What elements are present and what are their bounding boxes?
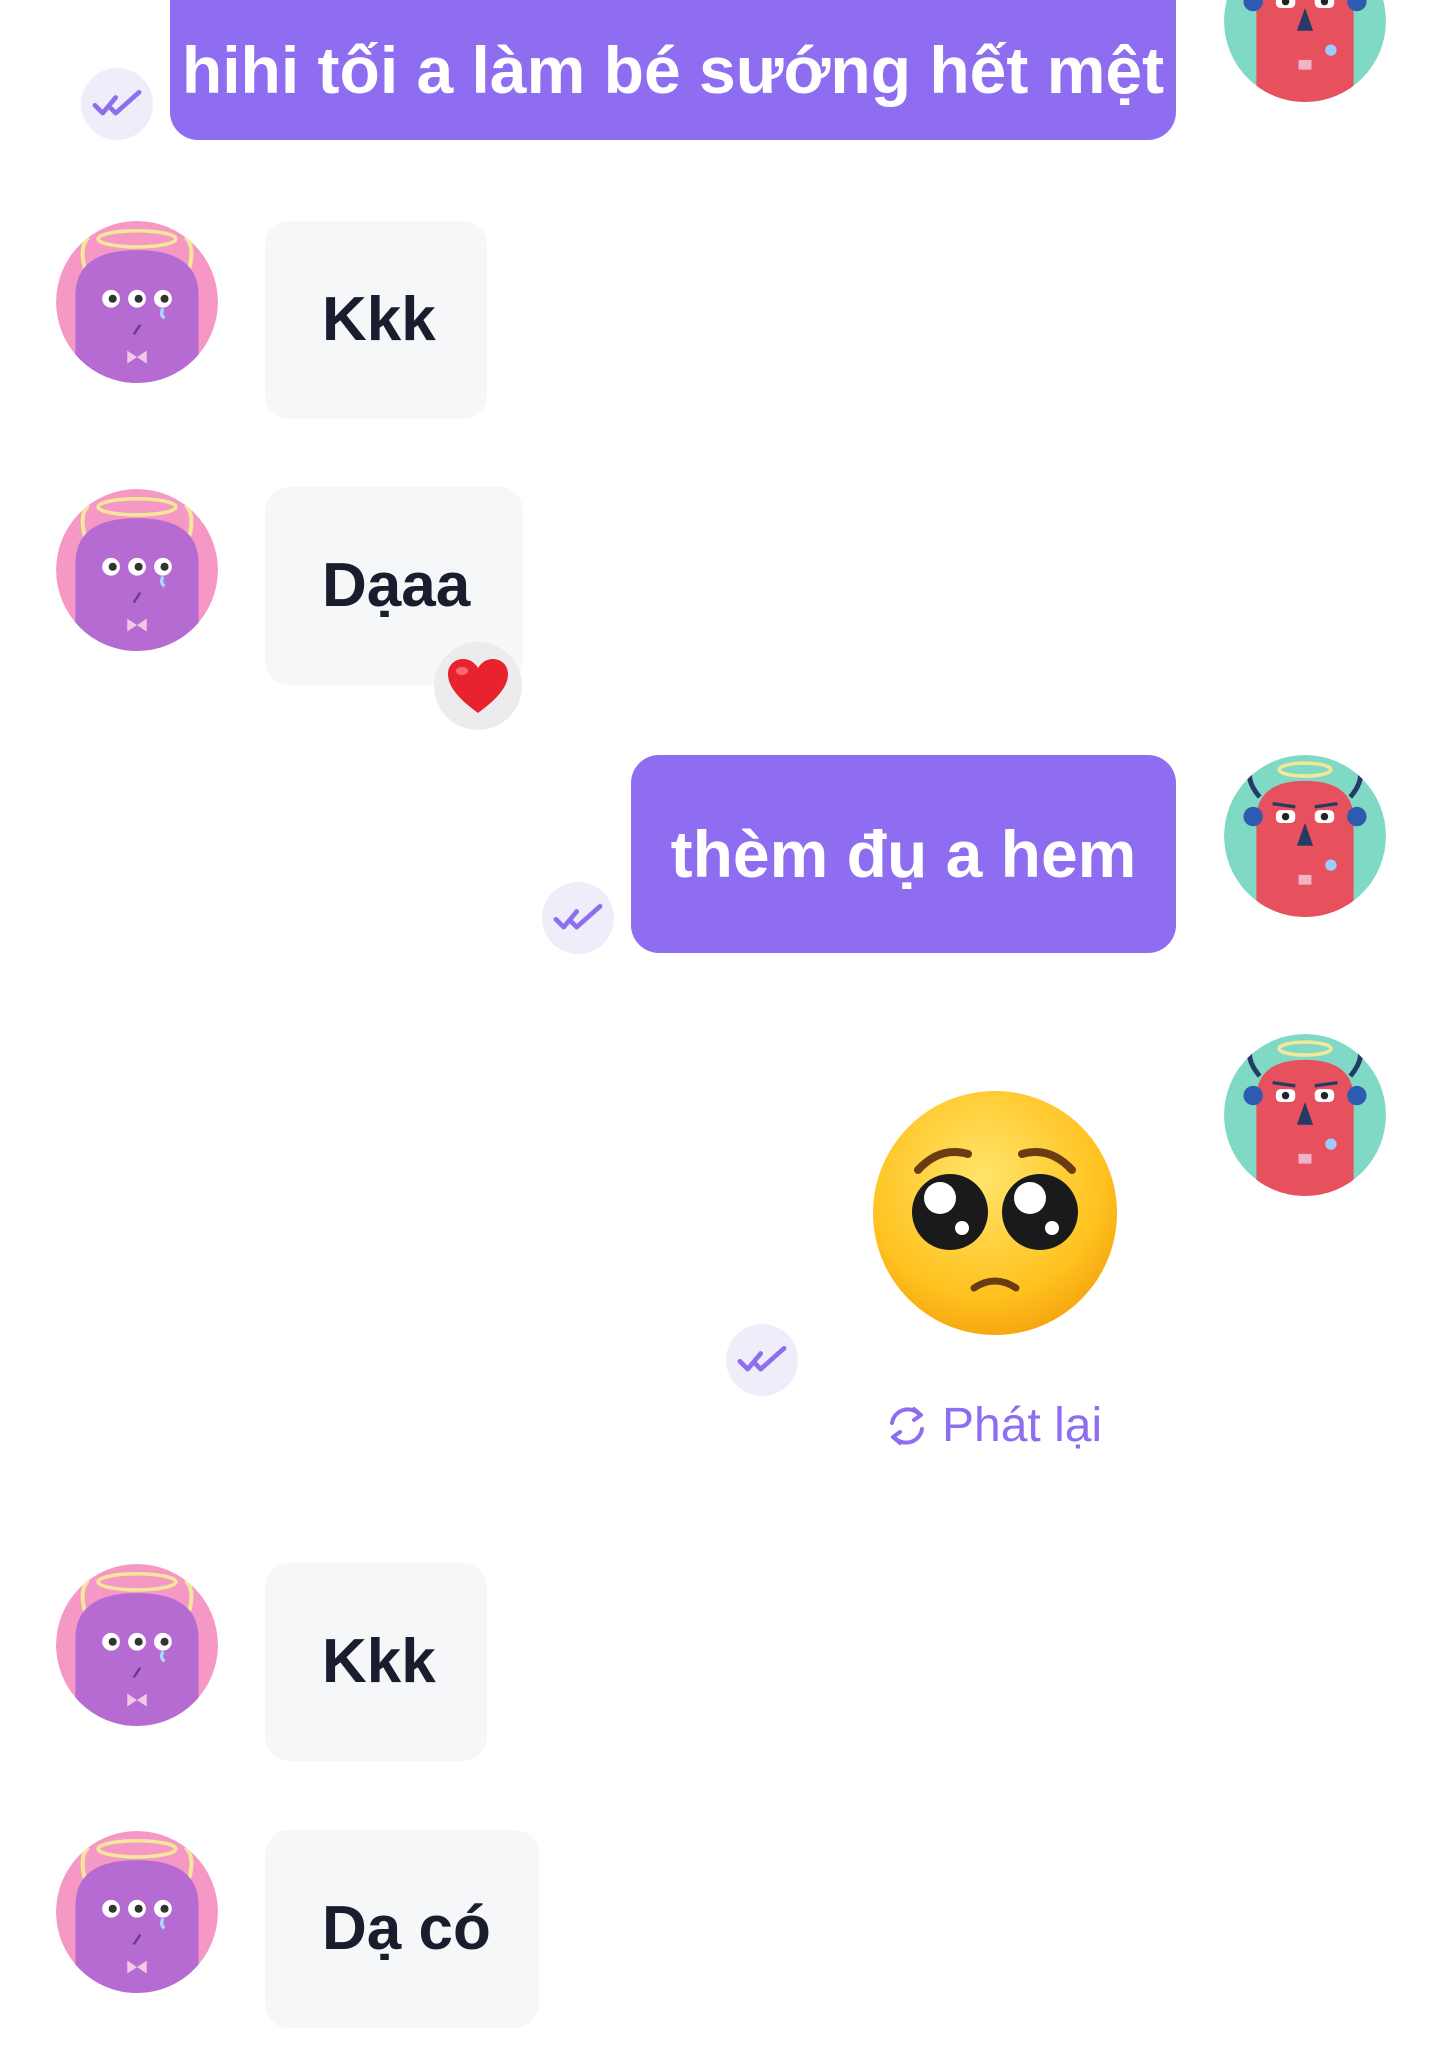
avatar[interactable] [56, 221, 218, 383]
avatar[interactable] [56, 489, 218, 651]
heart-icon [448, 659, 508, 713]
replay-button[interactable]: Phát lại [884, 1398, 1102, 1453]
message-text: Kkk [322, 285, 436, 354]
outgoing-message-bubble[interactable]: hihi tối a làm bé sướng hết mệt [170, 0, 1176, 140]
double-check-icon [542, 882, 614, 954]
message-text: Dạ có [322, 1894, 491, 1963]
double-check-icon [81, 68, 153, 140]
avatar[interactable] [56, 1564, 218, 1726]
incoming-message-bubble[interactable]: Kkk [265, 1563, 487, 1761]
avatar[interactable] [1224, 755, 1386, 917]
message-text: Dạaa [322, 551, 471, 620]
message-text: Kkk [322, 1627, 436, 1696]
replay-label: Phát lại [942, 1399, 1103, 1452]
heart-reaction[interactable] [434, 642, 522, 730]
pleading-face-emoji[interactable] [870, 1088, 1120, 1338]
avatar[interactable] [1224, 1034, 1386, 1196]
message-text: hihi tối a làm bé sướng hết mệt [181, 33, 1165, 107]
avatar[interactable] [56, 1831, 218, 1993]
chat-thread: hihi tối a làm bé sướng hết mệt Kkk Dạaa… [0, 0, 1440, 2045]
outgoing-message-bubble[interactable]: thèm đụ a hem [631, 755, 1176, 953]
double-check-icon [726, 1324, 798, 1396]
message-text: thèm đụ a hem [670, 817, 1137, 891]
avatar[interactable] [1224, 0, 1386, 102]
refresh-icon [890, 1406, 924, 1445]
incoming-message-bubble[interactable]: Dạ có [265, 1830, 539, 2028]
incoming-message-bubble[interactable]: Kkk [265, 221, 487, 419]
